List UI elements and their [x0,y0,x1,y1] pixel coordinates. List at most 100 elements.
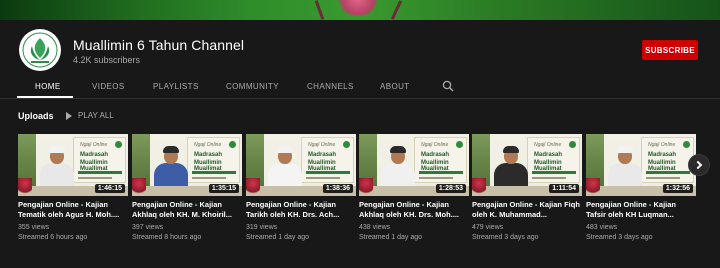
speaker-cap [163,146,179,153]
video-title[interactable]: Pengajian Online - Kajian Tarikh oleh KH… [246,200,356,219]
speaker-cap [503,146,519,153]
poster-line: Madrasah [421,152,450,158]
video-duration: 1:46:15 [94,184,125,193]
video-thumbnail[interactable]: Ngaji Online Madrasah Muallimin Muallimat 1… [586,134,696,196]
thumbnail-flowers [246,178,260,196]
poster-bar [192,177,226,179]
thumbnail-poster: Ngaji Online Madrasah Muallimin Muallimat [414,137,467,183]
poster-bar [306,171,350,174]
subscribe-button[interactable]: SUBSCRIBE [642,40,698,60]
video-card[interactable]: Ngaji Online Madrasah Muallimin Muallimat 1… [132,134,242,242]
poster-logo-icon [683,141,690,148]
video-thumbnail[interactable]: Ngaji Online Madrasah Muallimin Muallimat 1… [359,134,469,196]
search-icon[interactable] [442,80,454,92]
video-thumbnail[interactable]: Ngaji Online Madrasah Muallimin Muallimat 1… [246,134,356,196]
poster-logo-icon [115,141,122,148]
thumbnail-poster: Ngaji Online Madrasah Muallimin Muallimat [187,137,240,183]
video-duration: 1:32:56 [662,184,693,193]
video-streamed-time: Streamed 1 day ago [359,233,423,241]
video-title[interactable]: Pengajian Online - Kajian Tematik oleh A… [18,200,128,219]
channel-title: Muallimin 6 Tahun Channel [73,37,245,53]
video-views: 438 views [359,224,391,231]
video-views: 319 views [246,224,278,231]
poster-line: Madrasah [194,152,223,158]
video-title[interactable]: Pengajian Online - Kajian Akhlaq oleh KH… [132,200,242,219]
video-duration: 1:11:54 [549,184,579,193]
thumbnail-flowers [18,178,32,196]
banner-stem [314,0,325,20]
poster-line: Ngaji Online [80,142,108,148]
poster-bar [646,177,680,179]
speaker-cap [617,146,633,153]
poster-bar [419,177,453,179]
poster-line: Ngaji Online [194,142,222,148]
poster-bar [646,171,690,174]
thumbnail-poster: Ngaji Online Madrasah Muallimin Muallimat [73,137,126,183]
video-streamed-time: Streamed 8 hours ago [132,233,202,241]
poster-bar [306,177,340,179]
tab-community[interactable]: COMMUNITY [226,78,279,98]
poster-line: Madrasah [648,152,677,158]
speaker-cap [277,146,293,153]
play-all-button[interactable]: PLAY ALL [66,111,114,120]
video-card[interactable]: Ngaji Online Madrasah Muallimin Muallimat 1… [359,134,469,242]
poster-line: Madrasah [80,152,109,158]
video-views: 479 views [472,224,504,231]
play-icon [66,111,72,120]
thumbnail-flowers [472,178,486,196]
video-views: 397 views [132,224,164,231]
banner-stem [390,0,403,20]
tab-home[interactable]: HOME [35,78,61,98]
video-duration: 1:28:53 [435,184,466,193]
video-streamed-time: Streamed 3 days ago [472,233,539,241]
channel-banner [0,0,720,20]
video-title[interactable]: Pengajian Online - Kajian Akhlaq oleh KH… [359,200,469,219]
speaker-cap [390,146,406,153]
poster-line: Ngaji Online [308,142,336,148]
next-arrow-button[interactable] [688,154,710,176]
channel-tabs: HOME VIDEOS PLAYLISTS COMMUNITY CHANNELS… [0,78,720,98]
video-card[interactable]: Ngaji Online Madrasah Muallimin Muallimat 1… [472,134,582,242]
channel-avatar[interactable] [19,29,61,71]
chevron-right-icon [693,160,703,170]
poster-bar [192,171,236,174]
tab-videos[interactable]: VIDEOS [92,78,125,98]
poster-bar [78,171,122,174]
poster-line: Ngaji Online [648,142,676,148]
video-title[interactable]: Pengajian Online - Kajian Fiqh oleh K. M… [472,200,582,219]
video-streamed-time: Streamed 6 hours ago [18,233,88,241]
video-title[interactable]: Pengajian Online - Kajian Tafsir oleh KH… [586,200,696,219]
video-card[interactable]: Ngaji Online Madrasah Muallimin Muallimat 1… [18,134,128,242]
video-thumbnail[interactable]: Ngaji Online Madrasah Muallimin Muallimat 1… [18,134,128,196]
video-duration: 1:35:15 [208,184,239,193]
tabs-divider [0,98,720,99]
video-duration: 1:38:36 [322,184,353,193]
thumbnail-poster: Ngaji Online Madrasah Muallimin Muallimat [527,137,580,183]
video-card[interactable]: Ngaji Online Madrasah Muallimin Muallimat 1… [246,134,356,242]
tab-playlists[interactable]: PLAYLISTS [153,78,199,98]
poster-line: Ngaji Online [534,142,562,148]
video-thumbnail[interactable]: Ngaji Online Madrasah Muallimin Muallimat 1… [472,134,582,196]
poster-bar [532,171,576,174]
banner-flower [335,0,381,16]
video-streamed-time: Streamed 3 days ago [586,233,653,241]
poster-bar [78,177,112,179]
video-views: 355 views [18,224,50,231]
poster-bar [532,177,566,179]
video-card[interactable]: Ngaji Online Madrasah Muallimin Muallimat 1… [586,134,696,242]
thumbnail-poster: Ngaji Online Madrasah Muallimin Muallimat [301,137,354,183]
subscriber-count: 4.2K subscribers [73,55,141,65]
tab-channels[interactable]: CHANNELS [307,78,354,98]
thumbnail-flowers [132,178,146,196]
play-all-label: PLAY ALL [78,111,114,120]
thumbnail-flowers [586,178,600,196]
poster-line: Madrasah [308,152,337,158]
poster-logo-icon [343,141,350,148]
video-thumbnail[interactable]: Ngaji Online Madrasah Muallimin Muallimat 1… [132,134,242,196]
poster-logo-icon [569,141,576,148]
poster-logo-icon [456,141,463,148]
poster-line: Madrasah [534,152,563,158]
video-views: 483 views [586,224,618,231]
poster-bar [419,171,463,174]
tab-about[interactable]: ABOUT [380,78,410,98]
